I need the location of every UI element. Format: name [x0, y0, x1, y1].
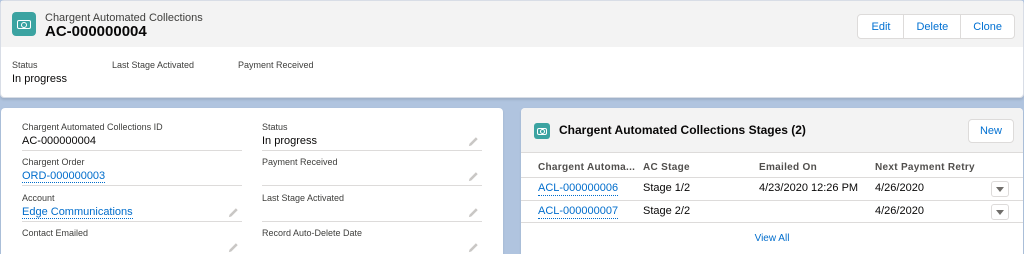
- header-divider: [521, 177, 1023, 178]
- row-name-link[interactable]: ACL-000000006: [538, 182, 619, 196]
- row-actions-dropdown[interactable]: [991, 204, 1009, 220]
- edit-pencil-icon[interactable]: [468, 207, 479, 218]
- related-list-title[interactable]: Chargent Automated Collections Stages (2…: [559, 123, 806, 137]
- view-all-link-text[interactable]: View All: [755, 233, 790, 244]
- chevron-down-icon: [996, 186, 1004, 192]
- field-value: In progress: [262, 135, 318, 147]
- row-emailed-on: 4/23/2020 12:26 PM: [759, 182, 859, 194]
- field-last-stage-activated: Last Stage Activated: [262, 193, 482, 222]
- view-all-link: View All: [521, 233, 1023, 244]
- highlight-status-label: Status: [12, 60, 38, 70]
- highlights-panel: Status In progress Last Stage Activated …: [1, 47, 1023, 97]
- chevron-down-icon: [996, 209, 1004, 215]
- field-divider: [22, 150, 242, 151]
- related-list-header: Chargent Automated Collections Stages (2…: [521, 108, 1023, 153]
- row-next-retry: 4/26/2020: [875, 205, 924, 217]
- field-label: Chargent Automated Collections ID: [22, 122, 163, 132]
- edit-button[interactable]: Edit: [858, 15, 903, 38]
- money-icon: [534, 123, 550, 139]
- field-payment-received: Payment Received: [262, 157, 482, 186]
- field-ac-id: Chargent Automated Collections ID AC-000…: [22, 122, 242, 151]
- field-account: Account Edge Communications: [22, 193, 242, 222]
- field-value: AC-000000004: [22, 135, 97, 147]
- edit-pencil-icon[interactable]: [228, 207, 239, 218]
- new-button[interactable]: New: [967, 119, 1014, 143]
- action-button-group: Edit Delete Clone: [857, 14, 1015, 39]
- field-divider: [22, 221, 242, 222]
- row-next-retry: 4/26/2020: [875, 182, 924, 194]
- field-label: Payment Received: [262, 157, 338, 167]
- related-list-card: Chargent Automated Collections Stages (2…: [521, 108, 1023, 254]
- edit-pencil-icon[interactable]: [468, 242, 479, 253]
- column-header-next-payment-retry[interactable]: Next Payment Retry: [875, 162, 975, 173]
- field-divider: [262, 185, 482, 186]
- row-stage: Stage 1/2: [643, 182, 691, 194]
- record-header: Chargent Automated Collections AC-000000…: [0, 0, 1024, 98]
- field-divider: [262, 150, 482, 151]
- account-link[interactable]: Edge Communications: [22, 206, 133, 219]
- column-header-ac-stage[interactable]: AC Stage: [643, 162, 690, 173]
- edit-pencil-icon[interactable]: [228, 242, 239, 253]
- chargent-order-link[interactable]: ORD-000000003: [22, 170, 106, 183]
- highlight-status-value: In progress: [12, 73, 68, 85]
- field-divider: [22, 185, 242, 186]
- row-name-link[interactable]: ACL-000000007: [538, 205, 619, 219]
- detail-card: Chargent Automated Collections ID AC-000…: [1, 108, 503, 254]
- delete-button[interactable]: Delete: [903, 15, 960, 38]
- field-label: Status: [262, 122, 288, 132]
- field-status: Status In progress: [262, 122, 482, 151]
- column-header-name[interactable]: Chargent Automa...: [538, 162, 635, 173]
- field-label: Record Auto-Delete Date: [262, 228, 363, 238]
- money-icon: [12, 12, 36, 36]
- field-label: Account: [22, 193, 55, 203]
- row-actions-dropdown[interactable]: [991, 181, 1009, 197]
- row-stage: Stage 2/2: [643, 205, 691, 217]
- record-header-top: Chargent Automated Collections AC-000000…: [1, 1, 1023, 47]
- field-record-auto-delete-date: Record Auto-Delete Date: [262, 228, 362, 238]
- field-label: Contact Emailed: [22, 228, 89, 238]
- clone-button[interactable]: Clone: [960, 15, 1014, 38]
- field-contact-emailed: Contact Emailed: [22, 228, 88, 238]
- field-label: Chargent Order: [22, 157, 85, 167]
- highlight-payment-received-label: Payment Received: [238, 60, 314, 70]
- record-title: AC-000000004: [45, 23, 147, 40]
- edit-pencil-icon[interactable]: [468, 136, 479, 147]
- row-divider: [521, 200, 1023, 201]
- field-label: Last Stage Activated: [262, 193, 345, 203]
- highlight-last-stage-label: Last Stage Activated: [112, 60, 195, 70]
- field-chargent-order: Chargent Order ORD-000000003: [22, 157, 242, 186]
- edit-pencil-icon[interactable]: [468, 171, 479, 182]
- field-divider: [262, 221, 482, 222]
- row-divider: [521, 222, 1023, 223]
- column-header-emailed-on[interactable]: Emailed On: [759, 162, 817, 173]
